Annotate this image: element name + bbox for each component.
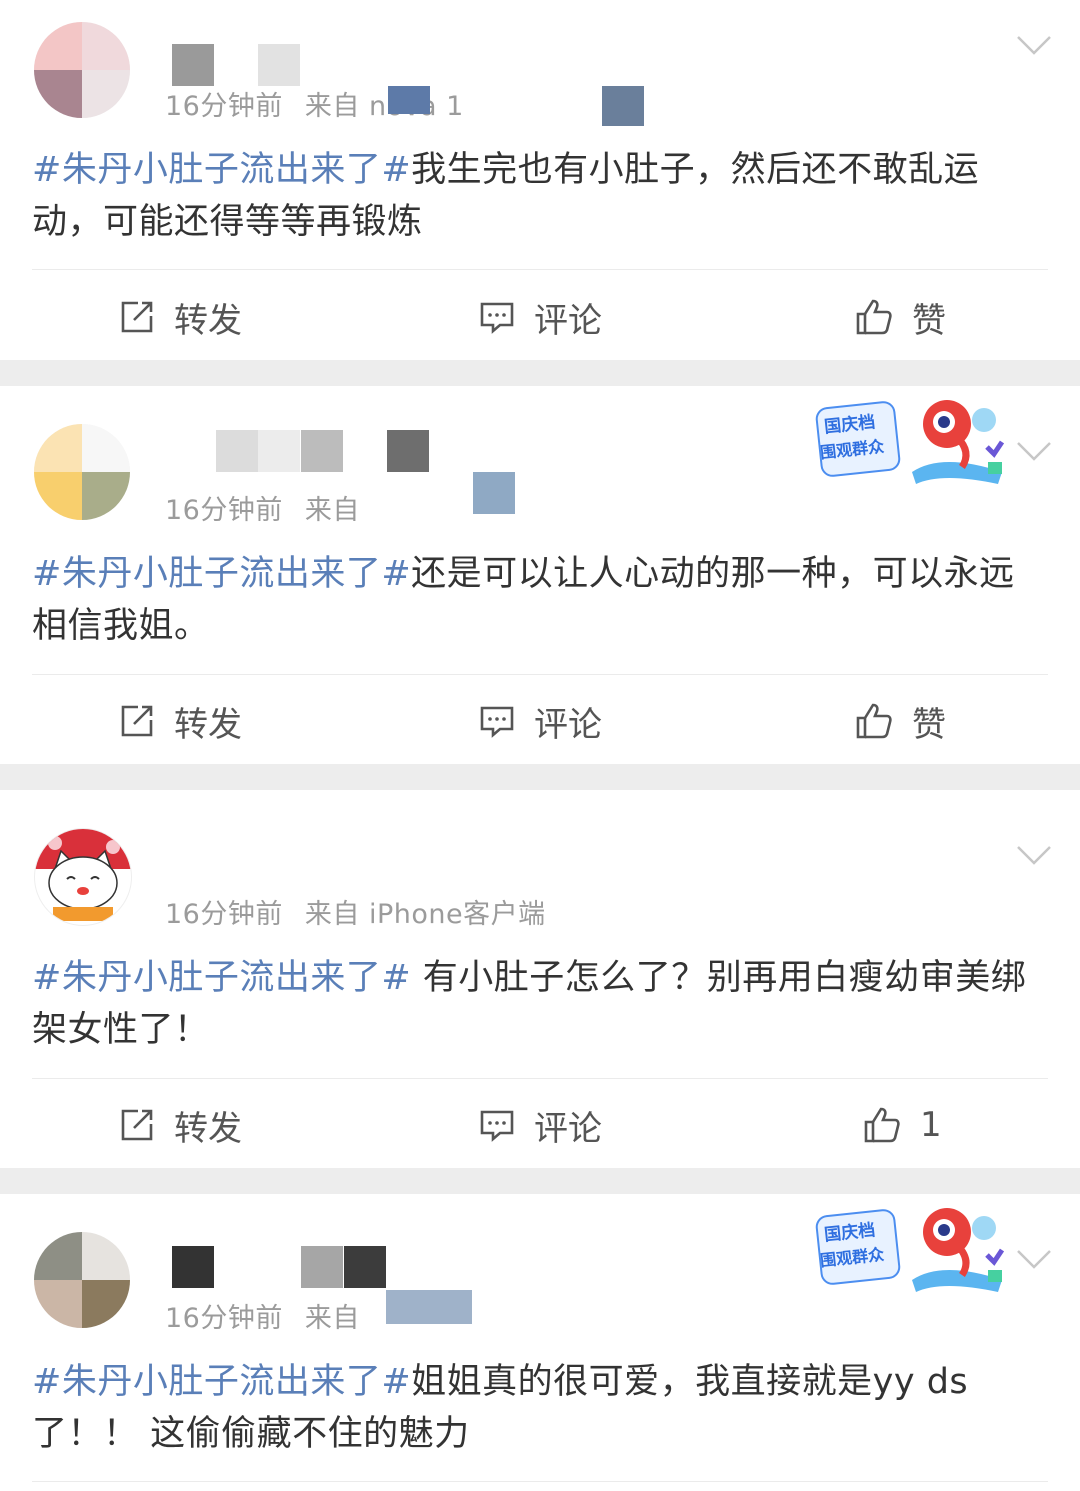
comment-icon xyxy=(480,1110,514,1142)
thumbs-up-icon xyxy=(856,299,892,335)
post-time: 16分钟前 xyxy=(165,899,283,930)
event-badge: 国庆档 围观群众 xyxy=(810,392,1010,492)
lucky-cat-icon xyxy=(35,829,131,921)
thumbs-up-icon xyxy=(856,703,892,739)
divider xyxy=(32,1078,1048,1079)
post-meta: 16分钟前 来自 xyxy=(165,1296,360,1335)
divider xyxy=(32,269,1048,270)
username[interactable] xyxy=(172,430,432,472)
repost-button[interactable]: 转发 xyxy=(118,676,242,766)
action-bar: 转发 评论 赞 xyxy=(0,272,1080,362)
action-bar: 转发 评论 赞 xyxy=(0,676,1080,766)
comment-label: 评论 xyxy=(534,300,602,341)
like-count: 1 xyxy=(920,1105,942,1145)
comment-label: 评论 xyxy=(534,704,602,745)
mascot-icon xyxy=(912,1208,1005,1292)
like-label: 赞 xyxy=(912,704,946,745)
post-card: 16分钟前 来自 iPhone客户端 #朱丹小肚子流出来了# 有小肚子怎么了？别再… xyxy=(0,790,1080,1168)
post-meta: 16分钟前 来自 iPhone客户端 xyxy=(165,892,546,931)
repost-label: 转发 xyxy=(174,704,242,745)
like-button[interactable]: 赞 xyxy=(854,272,946,362)
repost-button[interactable]: 转发 xyxy=(118,1080,242,1170)
thumbs-up-icon xyxy=(864,1107,900,1143)
badge-line1: 国庆档 xyxy=(823,1220,877,1246)
comment-icon xyxy=(480,706,514,738)
hashtag-link[interactable]: #朱丹小肚子流出来了# xyxy=(32,958,411,998)
repost-icon xyxy=(121,1109,153,1141)
chevron-down-icon[interactable] xyxy=(1016,844,1052,866)
comment-label: 评论 xyxy=(534,1108,602,1149)
chevron-down-icon[interactable] xyxy=(1016,1248,1052,1270)
hashtag-link[interactable]: #朱丹小肚子流出来了# xyxy=(32,1362,411,1402)
post-meta: 16分钟前 来自 xyxy=(165,488,360,527)
repost-label: 转发 xyxy=(174,300,242,341)
chevron-down-icon[interactable] xyxy=(1016,440,1052,462)
username[interactable] xyxy=(172,44,302,86)
post-text: #朱丹小肚子流出来了# 有小肚子怎么了？别再用白瘦幼审美绑架女性了！ xyxy=(32,952,1048,1056)
avatar[interactable] xyxy=(34,424,130,520)
comment-icon xyxy=(480,302,514,334)
avatar[interactable] xyxy=(34,828,132,926)
redacted-block xyxy=(602,86,644,126)
post-source: 来自 iPhone客户端 xyxy=(304,899,546,930)
chevron-down-icon[interactable] xyxy=(1016,34,1052,56)
repost-icon xyxy=(121,705,153,737)
event-badge: 国庆档 围观群众 xyxy=(810,1200,1010,1300)
post-source: 来自 xyxy=(304,1303,360,1334)
badge-line1: 国庆档 xyxy=(823,412,877,438)
divider xyxy=(32,1481,1048,1482)
comment-button[interactable]: 评论 xyxy=(478,1080,602,1170)
post-text: #朱丹小肚子流出来了#还是可以让人心动的那一种，可以永远相信我姐。 xyxy=(32,548,1048,652)
repost-label: 转发 xyxy=(174,1108,242,1149)
redacted-block xyxy=(386,1290,472,1324)
post-time: 16分钟前 xyxy=(165,495,283,526)
username[interactable] xyxy=(172,1246,392,1288)
mascot-icon xyxy=(912,400,1005,484)
post-text: #朱丹小肚子流出来了#我生完也有小肚子，然后还不敢乱运动，可能还得等等再锻炼 xyxy=(32,144,1048,248)
post-source: 来自 nova 1 xyxy=(304,91,464,122)
post-card: 16分钟前 来自 国庆档 围观群众 #朱丹小肚子流出来了#姐姐真的很可爱，我直接就… xyxy=(0,1194,1080,1491)
like-label: 赞 xyxy=(912,300,946,341)
post-card: 16分钟前 来自 国庆档 围观群众 #朱丹小肚子流出来了#还是可以让人心动的那一种… xyxy=(0,386,1080,764)
post-time: 16分钟前 xyxy=(165,1303,283,1334)
repost-icon xyxy=(121,301,153,333)
weibo-feed: 16分钟前 来自 nova 1 #朱丹小肚子流出来了#我生完也有小肚子，然后还不敢… xyxy=(0,0,1080,1491)
redacted-block xyxy=(473,472,515,514)
post-text: #朱丹小肚子流出来了#姐姐真的很可爱，我直接就是yy ds了！！ 这偷偷藏不住的… xyxy=(32,1356,1048,1460)
hashtag-link[interactable]: #朱丹小肚子流出来了# xyxy=(32,554,411,594)
like-button[interactable]: 赞 xyxy=(854,676,946,766)
comment-button[interactable]: 评论 xyxy=(478,272,602,362)
avatar[interactable] xyxy=(34,22,130,118)
post-card: 16分钟前 来自 nova 1 #朱丹小肚子流出来了#我生完也有小肚子，然后还不敢… xyxy=(0,0,1080,360)
hashtag-link[interactable]: #朱丹小肚子流出来了# xyxy=(32,150,411,190)
redacted-block xyxy=(388,86,430,114)
action-bar: 转发 评论 1 xyxy=(0,1080,1080,1170)
divider xyxy=(32,674,1048,675)
like-button[interactable]: 1 xyxy=(862,1080,942,1170)
avatar[interactable] xyxy=(34,1232,130,1328)
post-source: 来自 xyxy=(304,495,360,526)
post-time: 16分钟前 xyxy=(165,91,283,122)
repost-button[interactable]: 转发 xyxy=(118,272,242,362)
comment-button[interactable]: 评论 xyxy=(478,676,602,766)
